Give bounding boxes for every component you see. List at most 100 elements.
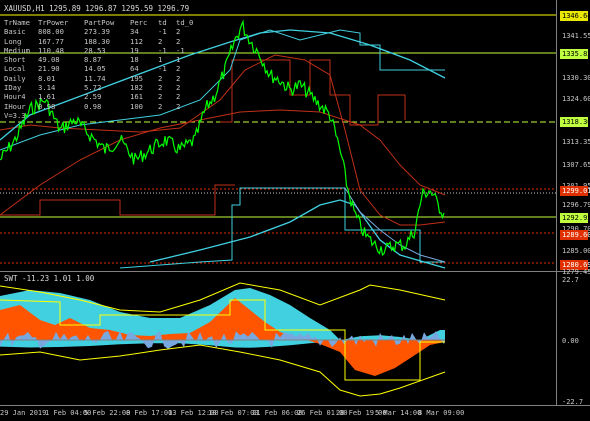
stats-cell: 182 [130,83,143,93]
stats-cell: 2 [158,36,163,46]
price-axis-label: 1330.30 [562,74,590,82]
stats-cell: 188.30 [84,36,110,46]
stats-cell: -1 [158,64,167,74]
time-axis-label: 18 Feb 07:00 [208,409,259,417]
price-axis-label: 1346.64 [560,11,590,21]
stats-cell: 0.98 [38,101,56,111]
stats-row: Local 21.90 14.05 64 -1 2 [4,64,196,73]
stats-cell: 2 [158,73,163,83]
stats-cell: Basic [4,27,26,37]
stats-cell: 195 [130,73,143,83]
stats-cell: TrPower [38,18,69,27]
stats-cell: 14.05 [84,64,106,74]
stats-cell: 2 [176,73,181,83]
price-axis-label: 1335.82 [560,49,590,59]
stats-cell: IHour [4,101,26,111]
stats-cell: 2 [158,92,163,102]
stats-row: Short 49.08 8.87 18 1 1 [4,55,196,64]
oscillator-title: SWT -11.23 1.01 1.00 [4,274,95,283]
time-axis-label: 8 Feb 17:00 [126,409,173,417]
stats-cell [176,111,196,120]
price-axis-label: 1324.60 [562,95,590,103]
stats-cell: 110.48 [38,45,64,55]
stats-cell: 34 [130,27,139,37]
stats-cell: 167.77 [38,36,64,46]
stats-cell: 2 [158,101,163,111]
stats-cell: IDay [4,83,22,93]
stats-cell: PartPow [84,18,115,27]
stats-row: Basic 808.00 273.39 34 -1 2 [4,27,196,36]
price-axis-label: 1292.95 [560,213,590,223]
stats-cell: Medium [4,45,30,55]
price-axis-label: 1318.30 [560,117,590,127]
price-axis-label: 1289.60 [560,230,590,240]
stats-cell: 8.01 [38,73,56,83]
stats-cell: Perc [130,18,148,27]
stats-cell: 64 [130,64,139,74]
stats-cell: Local [4,64,26,74]
stats-row: Medium 110.48 28.53 19 -1 -1 [4,46,196,55]
chart-title: XAUUSD,H1 1295.89 1296.87 1295.59 1296.7… [4,4,190,13]
oscillator-axis-label: -22.7 [562,398,584,406]
stats-cell: Short [4,55,26,65]
stats-row: V=3.3 [4,111,196,120]
stats-cell: 1 [158,55,163,65]
price-axis-label: 1299.01 [560,186,590,196]
stats-cell: 1 [176,55,181,65]
price-axis-label: 1296.79 [562,201,590,209]
time-axis-label: 21 Feb 06:00 [252,409,303,417]
stats-cell: -1 [176,45,185,55]
stats-cell: Daily [4,73,26,83]
stats-cell: 21.90 [38,64,60,74]
stats-row: Daily 8.01 11.74 195 2 2 [4,74,196,83]
stats-row: IDay 3.14 5.72 182 2 2 [4,83,196,92]
stats-cell: -1 [158,27,167,37]
stats-row: Hour4 1.61 2.59 161 2 2 [4,92,196,101]
stats-cell [130,111,158,120]
stats-cell: 112 [130,36,143,46]
stats-cell: 28.53 [84,45,106,55]
stats-cell: 161 [130,92,143,102]
stats-cell: 49.08 [38,55,60,65]
stats-cell: 3.14 [38,83,56,93]
stats-cell: 2 [158,83,163,93]
stats-cell: 8.87 [84,55,102,65]
stats-cell: Hour4 [4,92,26,102]
stats-cell: 2 [176,64,181,74]
stats-cell: 808.00 [38,27,64,37]
stats-cell [38,111,84,120]
stats-cell: 273.39 [84,27,110,37]
price-axis-label: 1341.55 [562,32,590,40]
stats-cell: 18 [130,55,139,65]
trend-line-cyan-2 [149,199,446,269]
price-axis-label: 1313.35 [562,138,590,146]
time-axis-label: 29 Jan 2019 [0,409,47,417]
stats-table: TrName TrPower PartPow Perc td td_0 Basic 808.0… [4,18,196,120]
stats-cell: td_0 [176,18,194,27]
price-axis-label: 1285.00 [562,247,590,255]
oscillator-axis-label: 0.00 [562,337,579,345]
step-line-cyan-2 [119,187,445,269]
stats-cell: 19 [130,45,139,55]
stats-cell: V=3.3 [4,110,26,120]
stats-cell: 2 [176,27,181,37]
time-axis-label: 8 Mar 09:00 [418,409,465,417]
time-axis-label: 5 Feb 22:00 [84,409,131,417]
stats-cell: 1.61 [38,92,56,102]
chart-window[interactable]: XAUUSD,H1 1295.89 1296.87 1295.59 1296.7… [0,0,590,421]
oscillator-pane [0,282,446,397]
stats-cell: 11.74 [84,73,106,83]
stats-cell: td [158,18,167,27]
stats-cell: -1 [158,45,167,55]
stats-cell: 5.72 [84,83,102,93]
stats-cell: 0.98 [84,101,102,111]
stats-cell: 2 [176,36,181,46]
stats-cell: 2 [176,101,181,111]
stats-cell: Long [4,36,22,46]
stats-cell: 2.59 [84,92,102,102]
stats-row: Long 167.77 188.30 112 2 2 [4,37,196,46]
stats-cell [158,111,176,120]
stats-row: IHour 0.98 0.98 100 2 2 [4,102,196,111]
stats-cell: 100 [130,101,143,111]
stats-cell [84,111,130,120]
